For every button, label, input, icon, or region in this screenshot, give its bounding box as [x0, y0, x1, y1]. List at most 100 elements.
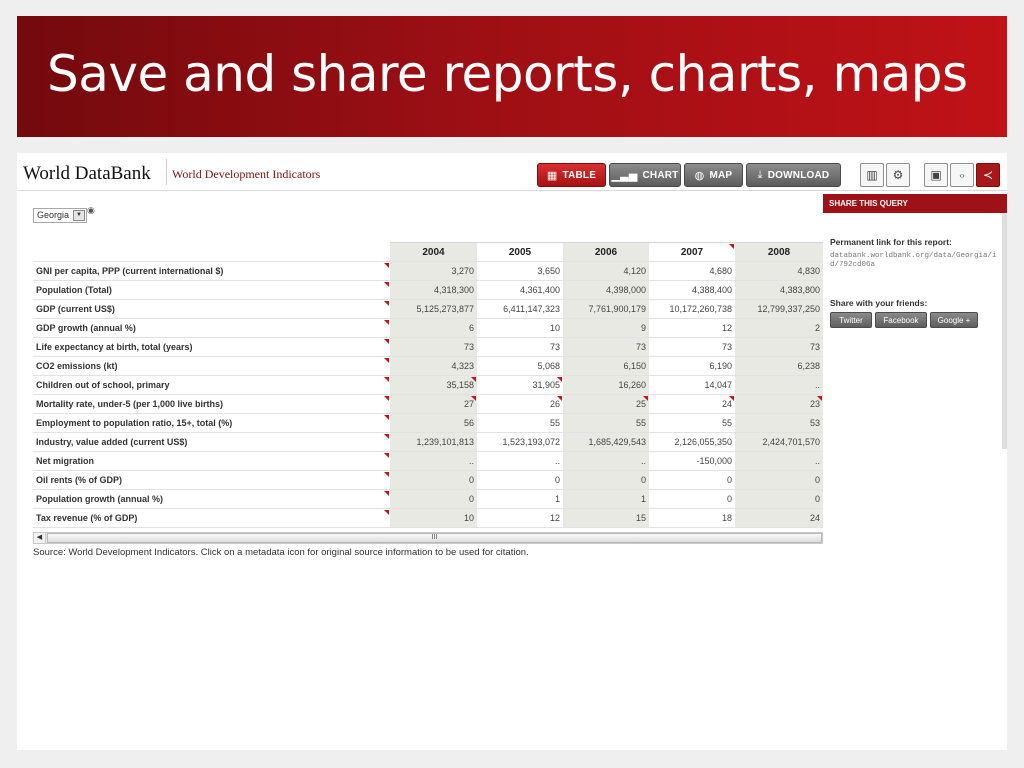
chart-button[interactable]: ▁▃▅ CHART: [609, 163, 681, 187]
year-column-header[interactable]: 2007: [649, 242, 735, 262]
table-cell: 53: [735, 413, 823, 433]
table-cell: 0: [735, 489, 823, 509]
table-cell: 3,270: [390, 261, 477, 281]
table-cell: 0: [563, 470, 649, 490]
table-cell: 24: [735, 508, 823, 528]
table-cell: 10,172,260,738: [649, 299, 735, 319]
table-cell: 23: [735, 394, 823, 414]
indicator-label[interactable]: Population (Total): [33, 280, 390, 300]
year-column-header[interactable]: 2006: [563, 242, 649, 262]
indicator-label[interactable]: Employment to population ratio, 15+, tot…: [33, 413, 390, 433]
table-cell: 1,685,429,543: [563, 432, 649, 452]
table-row: Life expectancy at birth, total (years) 7…: [33, 337, 823, 357]
embed-button[interactable]: ‹›: [950, 163, 974, 187]
brand-logo[interactable]: World DataBank: [23, 163, 151, 185]
table-cell: 27: [390, 394, 477, 414]
facebook-button[interactable]: Facebook: [875, 312, 927, 328]
table-cell: 4,361,400: [477, 280, 563, 300]
settings-button[interactable]: ⚙: [886, 163, 910, 187]
layout-icon: ▥: [866, 168, 878, 182]
indicator-label[interactable]: GDP (current US$): [33, 299, 390, 319]
google-plus-button[interactable]: Google +: [930, 312, 978, 328]
indicator-label[interactable]: GDP growth (annual %): [33, 318, 390, 338]
indicator-column-header: [33, 242, 390, 262]
table-cell: 1,523,193,072: [477, 432, 563, 452]
databank-app: World DataBank World Development Indicat…: [17, 153, 1007, 750]
scrollbar-thumb[interactable]: III: [47, 533, 822, 543]
share-panel-scrollbar[interactable]: [1002, 213, 1007, 449]
embed-icon: ‹›: [959, 170, 965, 180]
indicator-label[interactable]: Life expectancy at birth, total (years): [33, 337, 390, 357]
scroll-left-arrow-icon[interactable]: ◀: [34, 533, 46, 543]
indicator-label[interactable]: Oil rents (% of GDP): [33, 470, 390, 490]
table-row: Industry, value added (current US$) 1,239…: [33, 432, 823, 452]
table-cell: 14,047: [649, 375, 735, 395]
table-cell: 2,126,055,350: [649, 432, 735, 452]
twitter-button[interactable]: Twitter: [830, 312, 872, 328]
table-button[interactable]: ▦ TABLE: [537, 163, 606, 187]
table-row: GDP growth (annual %) 6 10 9 12 2: [33, 318, 823, 338]
share-friends-label: Share with your friends:: [830, 298, 928, 308]
table-cell: 0: [649, 470, 735, 490]
table-cell: 4,383,800: [735, 280, 823, 300]
globe-icon: ◍: [694, 169, 705, 182]
table-cell: 73: [390, 337, 477, 357]
horizontal-scrollbar[interactable]: ◀ III: [33, 532, 823, 544]
table-cell: 5,125,273,877: [390, 299, 477, 319]
gear-icon: ⚙: [892, 168, 904, 182]
table-cell: 2: [735, 318, 823, 338]
share-panel-header: SHARE THIS QUERY: [823, 194, 1007, 213]
table-cell: 4,323: [390, 356, 477, 376]
table-cell: 1,239,101,813: [390, 432, 477, 452]
indicator-label[interactable]: Population growth (annual %): [33, 489, 390, 509]
table-cell: 4,680: [649, 261, 735, 281]
table-cell: 4,318,300: [390, 280, 477, 300]
table-cell: 6,190: [649, 356, 735, 376]
table-button-label: TABLE: [562, 169, 597, 181]
indicator-label[interactable]: Children out of school, primary: [33, 375, 390, 395]
table-cell: 12: [649, 318, 735, 338]
table-row: GNI per capita, PPP (current internation…: [33, 261, 823, 281]
country-select[interactable]: Georgia ▼: [33, 208, 87, 223]
download-button-label: DOWNLOAD: [767, 169, 830, 181]
indicator-label[interactable]: CO2 emissions (kt): [33, 356, 390, 376]
indicator-label[interactable]: Tax revenue (% of GDP): [33, 508, 390, 528]
slide-header: Save and share reports, charts, maps: [17, 16, 1007, 137]
table-header-row: 2004 2005 2006 2007 2008: [33, 242, 823, 262]
map-button[interactable]: ◍ MAP: [684, 163, 743, 187]
year-column-header[interactable]: 2004: [390, 242, 477, 262]
table-row: Tax revenue (% of GDP) 10 12 15 18 24: [33, 508, 823, 528]
database-name: World Development Indicators: [172, 167, 321, 181]
table-cell: 0: [390, 470, 477, 490]
indicator-label[interactable]: Net migration: [33, 451, 390, 471]
share-button[interactable]: ≺: [976, 163, 1000, 187]
indicator-label[interactable]: Mortality rate, under-5 (per 1,000 live …: [33, 394, 390, 414]
download-icon: ⤓: [757, 168, 763, 181]
table-row: CO2 emissions (kt) 4,323 5,068 6,150 6,190 6,…: [33, 356, 823, 376]
layout-button[interactable]: ▥: [860, 163, 884, 187]
year-column-header[interactable]: 2005: [477, 242, 563, 262]
indicator-label[interactable]: GNI per capita, PPP (current internation…: [33, 261, 390, 281]
eye-icon[interactable]: ◉: [87, 205, 95, 216]
table-cell: 0: [477, 470, 563, 490]
table-cell: 55: [649, 413, 735, 433]
table-cell: -150,000: [649, 451, 735, 471]
table-cell: 0: [735, 470, 823, 490]
chevron-down-icon[interactable]: ▼: [73, 210, 85, 221]
table-cell: 73: [563, 337, 649, 357]
year-column-header[interactable]: 2008: [735, 242, 823, 262]
download-button[interactable]: ⤓ DOWNLOAD: [746, 163, 841, 187]
table-cell: 7,761,900,179: [563, 299, 649, 319]
permalink-text[interactable]: databank.worldbank.org/data/Georgia/id/7…: [830, 252, 998, 270]
table-cell: 0: [390, 489, 477, 509]
table-cell: 4,388,400: [649, 280, 735, 300]
indicator-label[interactable]: Industry, value added (current US$): [33, 432, 390, 452]
table-cell: 73: [735, 337, 823, 357]
table-row: Population (Total) 4,318,300 4,361,400 4,39…: [33, 280, 823, 300]
save-icon: ▣: [930, 168, 942, 182]
table-row: Children out of school, primary 35,158 31,…: [33, 375, 823, 395]
table-cell: 6,150: [563, 356, 649, 376]
table-row: Population growth (annual %) 0 1 1 0 0: [33, 489, 823, 509]
save-button[interactable]: ▣: [924, 163, 948, 187]
table-cell: 9: [563, 318, 649, 338]
